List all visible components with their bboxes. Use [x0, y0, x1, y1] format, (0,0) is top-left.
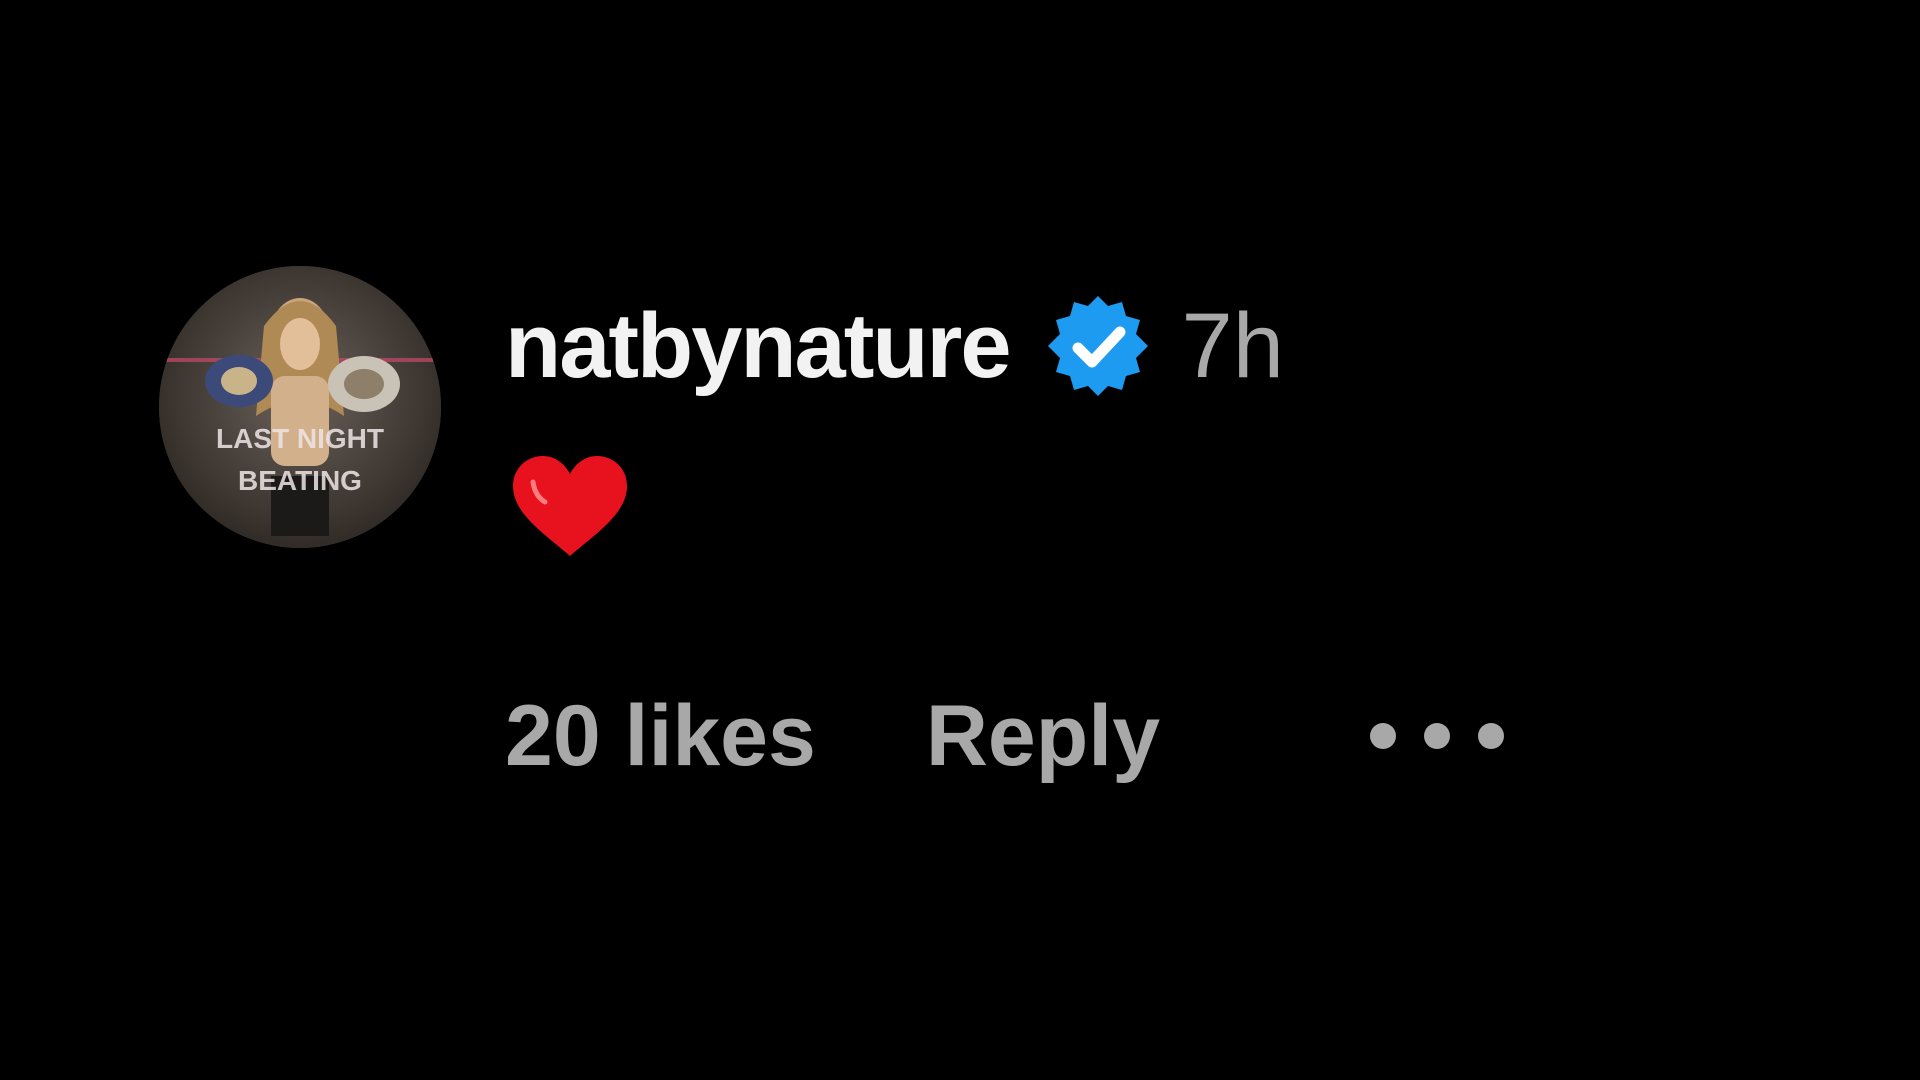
avatar-image: LAST NIGHT BEATING	[159, 266, 441, 548]
comment-text	[505, 452, 635, 562]
username[interactable]: natbynature	[505, 300, 1012, 392]
comment-timestamp[interactable]: 7h	[1182, 300, 1284, 392]
comment-body: natbynature 7h 20 likes Reply	[505, 266, 1585, 779]
verified-badge-icon	[1044, 292, 1152, 400]
comment-header: natbynature 7h	[505, 286, 1585, 406]
more-options-icon[interactable]	[1370, 713, 1505, 759]
comment-canvas: LAST NIGHT BEATING natbynature 7h 20 lik…	[0, 0, 1920, 1080]
comment-actions: 20 likes Reply	[505, 686, 1505, 786]
avatar[interactable]: LAST NIGHT BEATING	[159, 266, 441, 548]
avatar-text-line2: BEATING	[238, 465, 362, 496]
likes-count-link[interactable]: 20 likes	[505, 693, 816, 779]
dot	[1478, 723, 1505, 749]
dot	[1424, 723, 1451, 749]
avatar-text-line1: LAST NIGHT	[216, 423, 384, 454]
dot	[1370, 723, 1397, 749]
red-heart-emoji-icon	[513, 456, 627, 556]
reply-button[interactable]: Reply	[926, 693, 1160, 779]
comment-item: LAST NIGHT BEATING natbynature 7h 20 lik…	[159, 266, 1599, 806]
